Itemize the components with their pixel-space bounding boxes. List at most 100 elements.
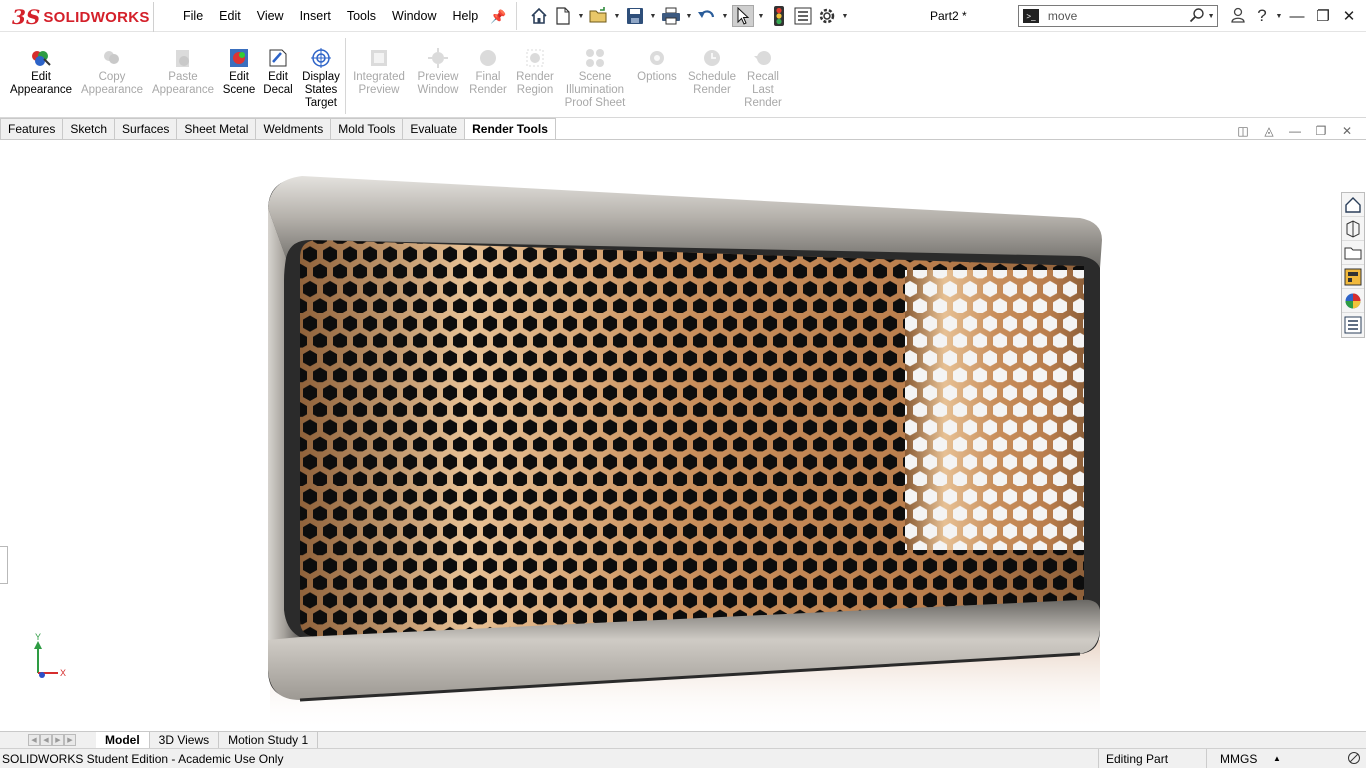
customize-status-icon[interactable]	[1347, 751, 1361, 768]
ribbon-divider	[345, 38, 346, 114]
first-tab-arrow-icon[interactable]: ◀	[28, 734, 40, 746]
units-selector[interactable]: MMGS	[1206, 749, 1257, 768]
open-folder-icon[interactable]	[588, 5, 610, 27]
help-icon[interactable]: ?	[1250, 6, 1274, 26]
chevron-down-icon[interactable]: ▼	[648, 5, 658, 27]
close-document-icon[interactable]: ✕	[1338, 124, 1356, 138]
select-cursor-icon[interactable]	[732, 5, 754, 27]
schedule-render-icon	[701, 47, 723, 69]
menu-window[interactable]: Window	[384, 9, 444, 23]
tab-render-tools[interactable]: Render Tools	[465, 118, 556, 140]
menu-bar: File Edit View Insert Tools Window Help	[175, 0, 486, 32]
scene-illumination-proof-sheet-button[interactable]: Scene Illumination Proof Sheet	[561, 47, 629, 110]
minimize-window-icon[interactable]: —	[1284, 8, 1310, 25]
menu-tools[interactable]: Tools	[339, 9, 384, 23]
chevron-down-icon[interactable]: ▼	[756, 5, 766, 27]
menu-help[interactable]: Help	[445, 9, 487, 23]
solidworks-logo[interactable]: 3S SOLIDWORKS	[12, 2, 154, 32]
chevron-down-icon[interactable]: ▼	[720, 5, 730, 27]
copy-appearance-icon	[101, 47, 123, 69]
graphics-area[interactable]: Y X	[0, 140, 1366, 731]
paste-appearance-button[interactable]: Paste Appearance	[151, 47, 215, 97]
tab-features[interactable]: Features	[0, 118, 64, 140]
tab-evaluate[interactable]: Evaluate	[403, 118, 466, 140]
tab-model[interactable]: Model	[96, 732, 150, 748]
tile-left-icon[interactable]: ◫	[1234, 124, 1252, 138]
chevron-down-icon[interactable]: ▼	[1205, 8, 1217, 24]
tile-right-icon[interactable]: ◬	[1260, 124, 1278, 138]
command-search-box[interactable]: >_ move ▼	[1018, 5, 1218, 27]
display-states-target-button[interactable]: Display States Target	[299, 47, 343, 110]
recall-last-render-button[interactable]: Recall Last Render	[742, 47, 784, 110]
edit-scene-icon	[228, 47, 250, 69]
menu-view[interactable]: View	[249, 9, 292, 23]
prev-tab-arrow-icon[interactable]: ◀	[40, 734, 52, 746]
tab-motion-study-1[interactable]: Motion Study 1	[219, 732, 319, 748]
menu-file[interactable]: File	[175, 9, 211, 23]
bottom-tab-bar: ◀ ◀ ▶ ▶ Model 3D Views Motion Study 1	[0, 731, 1366, 748]
tab-3d-views[interactable]: 3D Views	[150, 732, 220, 748]
pin-icon[interactable]: 📌	[490, 9, 506, 25]
chevron-down-icon[interactable]: ▼	[612, 5, 622, 27]
close-window-icon[interactable]: ✕	[1336, 7, 1362, 25]
edit-appearance-icon	[30, 47, 52, 69]
chevron-up-icon[interactable]: ▲	[1273, 754, 1281, 763]
chevron-down-icon[interactable]: ▼	[840, 5, 850, 27]
chevron-down-icon[interactable]: ▼	[1274, 5, 1284, 27]
chevron-down-icon[interactable]: ▼	[576, 5, 586, 27]
home-icon[interactable]	[528, 5, 550, 27]
task-pane	[1341, 192, 1365, 338]
solidworks-resources-icon[interactable]	[1342, 193, 1364, 217]
integrated-preview-button[interactable]: Integrated Preview	[350, 47, 408, 97]
tab-mold-tools[interactable]: Mold Tools	[331, 118, 404, 140]
new-document-icon[interactable]	[552, 5, 574, 27]
view-triad: Y X	[34, 633, 66, 678]
gear-icon[interactable]	[816, 5, 838, 27]
rebuild-traffic-light-icon[interactable]	[768, 5, 790, 27]
tab-sketch[interactable]: Sketch	[63, 118, 116, 140]
feature-manager-expand-handle[interactable]	[0, 546, 8, 584]
render-region-button[interactable]: Render Region	[513, 47, 557, 97]
file-explorer-icon[interactable]	[1342, 241, 1364, 265]
user-account-icon[interactable]	[1226, 7, 1250, 26]
last-tab-arrow-icon[interactable]: ▶	[64, 734, 76, 746]
rendered-speaker-model[interactable]	[0, 140, 1366, 731]
menu-insert[interactable]: Insert	[292, 9, 339, 23]
scene-illumination-icon	[584, 47, 606, 69]
file-properties-icon[interactable]	[792, 5, 814, 27]
design-library-icon[interactable]	[1342, 217, 1364, 241]
chevron-down-icon[interactable]: ▼	[684, 5, 694, 27]
save-icon[interactable]	[624, 5, 646, 27]
model-tabs: Model 3D Views Motion Study 1	[96, 732, 319, 748]
view-palette-icon[interactable]	[1342, 265, 1364, 289]
search-icon[interactable]	[1189, 7, 1205, 26]
final-render-button[interactable]: Final Render	[466, 47, 510, 97]
render-region-icon	[524, 47, 546, 69]
restore-window-icon[interactable]: ❐	[1310, 7, 1336, 25]
edit-scene-button[interactable]: Edit Scene	[222, 47, 256, 97]
schedule-render-button[interactable]: Schedule Render	[686, 47, 738, 97]
menu-edit[interactable]: Edit	[211, 9, 249, 23]
paste-appearance-icon	[172, 47, 194, 69]
preview-window-button[interactable]: Preview Window	[414, 47, 462, 97]
tab-sheet-metal[interactable]: Sheet Metal	[177, 118, 257, 140]
tab-weldments[interactable]: Weldments	[256, 118, 332, 140]
appearances-scenes-icon[interactable]	[1342, 289, 1364, 313]
restore-document-icon[interactable]: ❐	[1312, 124, 1330, 138]
next-tab-arrow-icon[interactable]: ▶	[52, 734, 64, 746]
window-controls: ? ▼ — ❐ ✕	[1226, 4, 1362, 28]
copy-appearance-button[interactable]: Copy Appearance	[80, 47, 144, 97]
minimize-document-icon[interactable]: —	[1286, 124, 1304, 138]
edit-decal-button[interactable]: Edit Decal	[262, 47, 294, 97]
quick-access-toolbar: ▼ ▼ ▼ ▼ ▼ ▼ ▼	[528, 4, 850, 28]
status-edition-text: SOLIDWORKS Student Edition - Academic Us…	[2, 752, 284, 766]
search-input[interactable]: move	[1048, 9, 1177, 23]
edit-appearance-button[interactable]: Edit Appearance	[9, 47, 73, 97]
undo-icon[interactable]	[696, 5, 718, 27]
options-button[interactable]: Options	[634, 47, 680, 84]
print-icon[interactable]	[660, 5, 682, 27]
recall-last-render-icon	[752, 47, 774, 69]
tab-surfaces[interactable]: Surfaces	[115, 118, 178, 140]
custom-properties-icon[interactable]	[1342, 313, 1364, 337]
options-icon	[646, 47, 668, 69]
